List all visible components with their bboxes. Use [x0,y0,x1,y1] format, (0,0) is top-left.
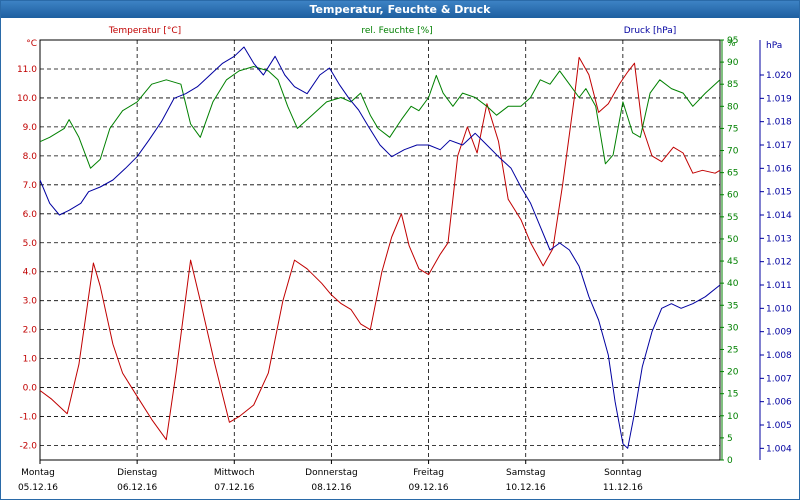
x-date-label: 06.12.16 [117,483,157,493]
x-date-label: 05.12.16 [18,483,58,493]
series-lines [39,46,721,449]
temp-unit-label: °C [26,39,37,49]
humidity-tick-label: 90 [727,58,739,68]
pressure-tick-label: 1.009 [766,328,792,338]
humidity-tick-label: 15 [727,390,738,400]
humidity-tick-label: 75 [727,124,738,134]
pressure-unit-label: hPa [766,41,782,51]
x-date-label: 07.12.16 [214,483,254,493]
temp-tick-label: 8.0 [23,152,38,162]
series-line-humidity [39,66,721,169]
temp-tick-label: 0.0 [23,384,38,394]
series-header-temperature: Temperatur [°C] [108,26,181,36]
pressure-tick-label: 1.020 [766,71,792,81]
axes [39,39,764,464]
x-weekday-label: Mittwoch [214,468,255,478]
x-date-label: 10.12.16 [506,483,546,493]
x-date-label: 11.12.16 [603,483,643,493]
axis-labels: 11.0 10.0 9.0 8.0 7.0 6.0 5.0 4.0 3.0 2.0 1.0 0.0 -1… [17,26,792,493]
pressure-tick-label: 1.011 [766,281,792,291]
temp-tick-label: 1.0 [23,355,38,365]
humidity-tick-label: 70 [727,147,739,157]
x-weekday-label: Donnerstag [305,468,358,478]
temp-tick-label: 6.0 [23,210,38,220]
humidity-tick-label: 5 [727,434,733,444]
pressure-tick-label: 1.015 [766,188,792,198]
humidity-tick-label: 85 [727,80,738,90]
pressure-tick-label: 1.016 [766,164,792,174]
pressure-tick-label: 1.019 [766,94,792,104]
temp-tick-label: 10.0 [17,94,37,104]
pressure-tick-label: 1.018 [766,118,792,128]
x-weekday-label: Freitag [413,468,444,478]
pressure-tick-label: 1.007 [766,374,792,384]
x-weekday-label: Samstag [506,468,545,478]
humidity-tick-label: 50 [727,235,739,245]
temp-tick-label: 3.0 [23,297,38,307]
pressure-tick-label: 1.006 [766,398,792,408]
temp-tick-label: 7.0 [23,181,38,191]
pressure-tick-label: 1.008 [766,351,792,361]
humidity-tick-label: 0 [727,456,733,466]
temp-tick-label: -2.0 [19,442,37,452]
humidity-tick-label: 35 [727,301,738,311]
pressure-tick-label: 1.014 [766,211,792,221]
series-line-temperature [39,56,721,441]
humidity-tick-label: 20 [727,368,739,378]
humidity-tick-label: 45 [727,257,738,267]
plot-area [39,39,721,461]
temp-tick-label: -1.0 [19,413,37,423]
series-header-pressure: Druck [hPa] [624,26,677,36]
x-date-label: 08.12.16 [311,483,351,493]
x-date-label: 09.12.16 [409,483,449,493]
humidity-tick-label: 80 [727,102,739,112]
humidity-tick-label: 10 [727,412,739,422]
x-weekday-label: Sonntag [604,468,641,478]
humidity-tick-label: 30 [727,323,739,333]
temp-tick-label: 2.0 [23,326,38,336]
pressure-tick-label: 1.010 [766,304,792,314]
humidity-tick-label: 65 [727,169,738,179]
humidity-tick-label: 25 [727,345,738,355]
humidity-tick-label: 55 [727,213,738,223]
series-line-pressure [39,46,721,449]
humidity-unit-label: % [727,39,736,49]
x-weekday-label: Montag [21,468,55,478]
pressure-tick-label: 1.005 [766,421,792,431]
chart-svg: 11.0 10.0 9.0 8.0 7.0 6.0 5.0 4.0 3.0 2.0 1.0 0.0 -1… [17,26,792,493]
humidity-tick-label: 40 [727,279,739,289]
pressure-tick-label: 1.012 [766,258,792,268]
pressure-tick-label: 1.017 [766,141,792,151]
temp-tick-label: 9.0 [23,123,38,133]
humidity-tick-label: 60 [727,191,739,201]
x-weekday-label: Dienstag [117,468,157,478]
pressure-tick-label: 1.004 [766,444,792,454]
pressure-tick-label: 1.013 [766,234,792,244]
grid-lines [40,40,720,460]
temp-tick-label: 4.0 [23,268,38,278]
temp-tick-label: 5.0 [23,239,38,249]
temp-tick-label: 11.0 [17,65,37,75]
series-header-humidity: rel. Feuchte [%] [361,26,432,36]
